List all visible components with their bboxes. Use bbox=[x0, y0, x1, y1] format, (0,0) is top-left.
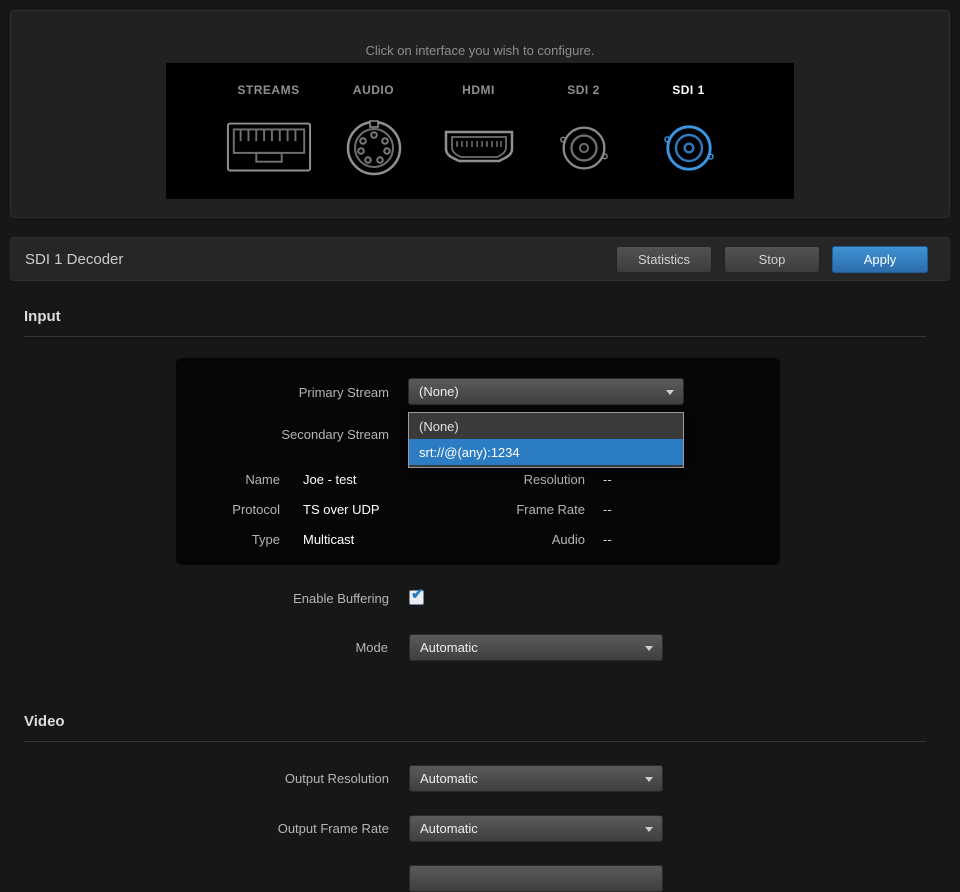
bnc-connector-icon bbox=[559, 97, 609, 199]
type-label: Type bbox=[176, 532, 280, 547]
enable-buffering-label: Enable Buffering bbox=[0, 591, 389, 606]
mode-label: Mode bbox=[0, 640, 388, 655]
din-audio-connector-icon bbox=[345, 97, 403, 199]
audio-label: Audio bbox=[475, 532, 585, 547]
interface-sdi1[interactable]: SDI 1 bbox=[636, 63, 741, 199]
output-frame-rate-select[interactable]: Automatic bbox=[409, 815, 663, 842]
ethernet-jack-icon bbox=[225, 97, 313, 199]
decoder-config-page: Click on interface you wish to configure… bbox=[0, 0, 960, 872]
header-buttons: Statistics Stop Apply bbox=[616, 246, 928, 273]
resolution-value: -- bbox=[603, 472, 612, 487]
protocol-label: Protocol bbox=[176, 502, 280, 517]
chevron-down-icon bbox=[666, 390, 674, 395]
name-label: Name bbox=[176, 472, 280, 487]
interface-label: STREAMS bbox=[237, 83, 299, 97]
type-value: Multicast bbox=[303, 532, 354, 547]
enable-buffering-checkbox[interactable]: ✔ bbox=[409, 590, 424, 605]
primary-stream-dropdown-list: (None) srt://@(any):1234 bbox=[408, 412, 684, 468]
interface-label: SDI 2 bbox=[567, 83, 600, 97]
frame-rate-value: -- bbox=[603, 502, 612, 517]
primary-stream-label: Primary Stream bbox=[176, 385, 389, 400]
dropdown-option-none[interactable]: (None) bbox=[409, 413, 683, 439]
input-section-heading: Input bbox=[24, 308, 61, 325]
statistics-button[interactable]: Statistics bbox=[616, 246, 712, 273]
interface-streams[interactable]: STREAMS bbox=[216, 63, 321, 199]
stream-config-panel: Primary Stream (None) (None) srt://@(any… bbox=[176, 358, 780, 565]
video-section-heading: Video bbox=[24, 713, 65, 730]
secondary-stream-label: Secondary Stream bbox=[176, 427, 389, 442]
output-resolution-select[interactable]: Automatic bbox=[409, 765, 663, 792]
partial-bottom-select[interactable] bbox=[409, 865, 663, 892]
section-divider bbox=[24, 336, 926, 337]
output-frame-rate-value: Automatic bbox=[420, 821, 478, 836]
stop-button[interactable]: Stop bbox=[724, 246, 820, 273]
interface-sdi2[interactable]: SDI 2 bbox=[531, 63, 636, 199]
mode-value: Automatic bbox=[420, 640, 478, 655]
interface-label: AUDIO bbox=[353, 83, 394, 97]
output-resolution-label: Output Resolution bbox=[0, 771, 389, 786]
frame-rate-label: Frame Rate bbox=[475, 502, 585, 517]
interface-label: SDI 1 bbox=[672, 83, 705, 97]
bnc-connector-icon-selected bbox=[663, 97, 715, 199]
mode-select[interactable]: Automatic bbox=[409, 634, 663, 661]
decoder-header-bar: SDI 1 Decoder Statistics Stop Apply bbox=[10, 237, 950, 281]
primary-stream-value: (None) bbox=[419, 384, 459, 399]
interface-label: HDMI bbox=[462, 83, 495, 97]
dropdown-option-srt[interactable]: srt://@(any):1234 bbox=[409, 439, 683, 465]
chevron-down-icon bbox=[645, 827, 653, 832]
protocol-value: TS over UDP bbox=[303, 502, 380, 517]
chevron-down-icon bbox=[645, 646, 653, 651]
apply-button[interactable]: Apply bbox=[832, 246, 928, 273]
interface-strip: STREAMS AUDI bbox=[166, 63, 794, 199]
hdmi-port-icon bbox=[443, 97, 515, 199]
interface-instruction: Click on interface you wish to configure… bbox=[11, 43, 949, 58]
interface-audio[interactable]: AUDIO bbox=[321, 63, 426, 199]
resolution-label: Resolution bbox=[475, 472, 585, 487]
primary-stream-select[interactable]: (None) bbox=[408, 378, 684, 405]
interface-panel: Click on interface you wish to configure… bbox=[10, 10, 950, 218]
interface-hdmi[interactable]: HDMI bbox=[426, 63, 531, 199]
section-divider bbox=[24, 741, 926, 742]
name-value: Joe - test bbox=[303, 472, 356, 487]
output-frame-rate-label: Output Frame Rate bbox=[0, 821, 389, 836]
checkmark-icon: ✔ bbox=[411, 587, 424, 602]
chevron-down-icon bbox=[645, 777, 653, 782]
audio-value: -- bbox=[603, 532, 612, 547]
output-resolution-value: Automatic bbox=[420, 771, 478, 786]
page-title: SDI 1 Decoder bbox=[25, 251, 123, 268]
